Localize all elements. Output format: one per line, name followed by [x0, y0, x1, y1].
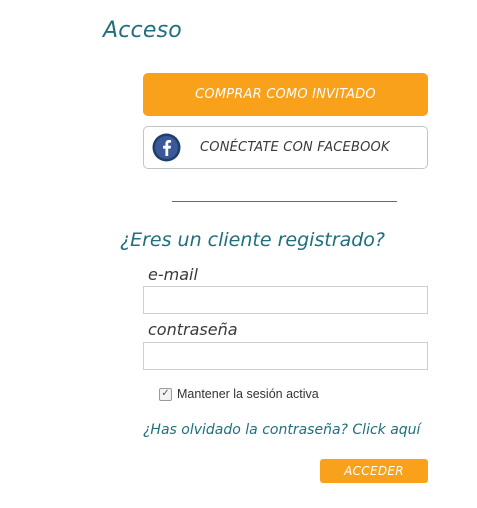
section-divider — [172, 201, 397, 202]
remember-session-label: Mantener la sesión activa — [177, 387, 319, 401]
login-section-title: ¿Eres un cliente registrado? — [120, 229, 385, 251]
facebook-login-label: CONÉCTATE CON FACEBOOK — [200, 140, 390, 155]
facebook-icon — [152, 133, 181, 162]
login-submit-button[interactable]: ACCEDER — [320, 459, 428, 483]
page-title: Acceso — [103, 18, 182, 43]
facebook-login-button[interactable]: CONÉCTATE CON FACEBOOK — [143, 126, 428, 169]
email-field[interactable] — [143, 286, 428, 314]
email-label: e-mail — [148, 265, 198, 284]
remember-session-option[interactable]: ✓ Mantener la sesión activa — [159, 387, 319, 401]
forgot-password-link[interactable]: ¿Has olvidado la contraseña? Click aquí — [143, 422, 420, 438]
guest-checkout-button[interactable]: COMPRAR COMO INVITADO — [143, 73, 428, 116]
password-field[interactable] — [143, 342, 428, 370]
password-label: contraseña — [148, 320, 238, 339]
remember-session-checkbox[interactable]: ✓ — [159, 387, 172, 401]
